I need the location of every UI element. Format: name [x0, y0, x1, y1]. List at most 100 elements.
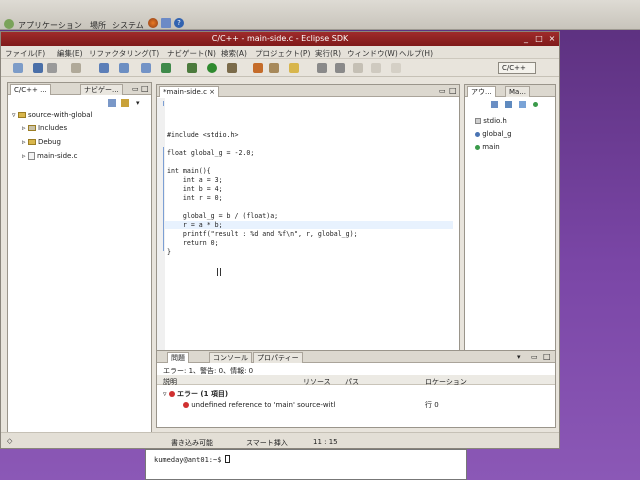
menu-help[interactable]: ヘルプ(H): [399, 48, 433, 59]
menu-search[interactable]: 検索(A): [221, 48, 247, 59]
sort-icon[interactable]: [491, 101, 498, 108]
menubar: ファイル(F) 編集(E) リファクタリング(T) ナビゲート(N) 検索(A)…: [1, 46, 559, 59]
last-edit-icon[interactable]: [391, 63, 401, 73]
maximize-icon[interactable]: □: [534, 34, 544, 44]
hide-static-icon[interactable]: [519, 101, 526, 108]
menu-run[interactable]: 実行(R): [315, 48, 341, 59]
foot-icon[interactable]: [4, 19, 14, 29]
problem-description: undefined reference to 'main': [191, 401, 295, 409]
terminal-window[interactable]: kumeday@ant01:~$: [145, 449, 467, 480]
link-editor-icon[interactable]: [121, 99, 129, 107]
new-folder-icon[interactable]: [119, 63, 129, 73]
annotation-next-icon[interactable]: [317, 63, 327, 73]
mail-icon[interactable]: [161, 18, 171, 28]
col-location[interactable]: ロケーション: [425, 377, 467, 387]
tree-project[interactable]: ▿ source-with-global: [12, 111, 92, 119]
error-icon: [168, 391, 175, 397]
tab-make-targets[interactable]: Ma...: [505, 86, 531, 97]
include-icon: [475, 118, 481, 124]
new-project-icon[interactable]: [99, 63, 109, 73]
code-line-7[interactable]: int b = 4;: [167, 185, 223, 193]
help-icon[interactable]: ?: [174, 18, 184, 28]
new-class-icon[interactable]: [161, 63, 171, 73]
perspective-switcher[interactable]: C/C++: [498, 62, 536, 74]
code-line-10[interactable]: global_g = b / (float)a;: [167, 212, 278, 220]
maximize-editor-icon[interactable]: □: [449, 86, 457, 95]
maximize-pane-icon[interactable]: □: [141, 84, 149, 93]
annotation-prev-icon[interactable]: [335, 63, 345, 73]
col-resource[interactable]: リソース: [303, 377, 331, 387]
view-menu-icon[interactable]: ▾: [136, 99, 140, 107]
menu-refactor[interactable]: リファクタリング(T): [89, 48, 159, 59]
code-line-14[interactable]: }: [167, 248, 171, 256]
new-icon[interactable]: [13, 63, 23, 73]
tab-console[interactable]: コンソール: [209, 352, 252, 363]
print-icon[interactable]: [47, 63, 57, 73]
run-icon[interactable]: [207, 63, 217, 73]
code-line-12[interactable]: printf("result : %d and %f\n", r, global…: [167, 230, 358, 238]
tree-main-side[interactable]: ▹ main-side.c: [22, 152, 77, 160]
col-description[interactable]: 説明: [163, 377, 177, 387]
menu-edit[interactable]: 編集(E): [57, 48, 83, 59]
menu-project[interactable]: プロジェクト(P): [255, 48, 310, 59]
code-line-3[interactable]: float global_g = -2.0;: [167, 149, 254, 157]
outline-item-main[interactable]: main: [475, 143, 500, 151]
panel-menu-places[interactable]: 場所: [90, 20, 106, 31]
tab-outline[interactable]: アウ...: [467, 86, 496, 97]
menu-navigate[interactable]: ナビゲート(N): [167, 48, 216, 59]
minimize-icon[interactable]: _: [521, 34, 531, 44]
menu-window[interactable]: ウィンドウ(W): [347, 48, 398, 59]
top-panel: アプリケーション 場所 システム ?: [0, 0, 640, 30]
status-fast-view-icon[interactable]: ◇: [7, 437, 12, 445]
code-line-5[interactable]: int main(){: [167, 167, 211, 175]
forward-icon[interactable]: [371, 63, 381, 73]
minimize-pane-icon[interactable]: ▭: [132, 85, 139, 93]
tree-collapsed-icon: ▹: [22, 124, 26, 132]
col-path[interactable]: パス: [345, 377, 359, 387]
window-titlebar[interactable]: C/C++ - main-side.c - Eclipse SDK: [1, 32, 559, 46]
panel-menu-applications[interactable]: アプリケーション: [18, 20, 82, 31]
minimize-problems-icon[interactable]: ▭: [531, 353, 538, 361]
code-line-1[interactable]: #include <stdio.h>: [167, 131, 238, 139]
browser-icon[interactable]: [148, 18, 158, 28]
problem-row[interactable]: undefined reference to 'main' source-wit…: [183, 401, 335, 409]
outline-pane: アウ... Ma... stdio.h global_g main: [464, 84, 556, 360]
outline-item-global[interactable]: global_g: [475, 130, 512, 138]
tab-main-side[interactable]: *main-side.c ×: [159, 86, 220, 97]
outline-item-include[interactable]: stdio.h: [475, 117, 507, 125]
minimize-editor-icon[interactable]: ▭: [439, 87, 446, 95]
open-type-icon[interactable]: [253, 63, 263, 73]
tab-cpp-projects[interactable]: C/C++ ...: [10, 84, 51, 95]
problems-group[interactable]: ▿ エラー (1 項目): [163, 389, 228, 399]
code-line-8[interactable]: int r = 0;: [167, 194, 223, 202]
view-menu-icon[interactable]: ▾: [517, 353, 521, 361]
panel-menu-system[interactable]: システム: [112, 20, 144, 31]
terminal-prompt: kumeday@ant01:~$: [154, 456, 222, 464]
menu-file[interactable]: ファイル(F): [5, 48, 45, 59]
code-line-13[interactable]: return 0;: [167, 239, 219, 247]
maximize-problems-icon[interactable]: □: [543, 352, 551, 361]
code-line-11[interactable]: r = a * b;: [167, 221, 223, 229]
open-folder-icon[interactable]: [289, 63, 299, 73]
tab-close-icon[interactable]: ×: [209, 88, 215, 96]
tree-debug[interactable]: ▹ Debug: [22, 138, 61, 146]
error-icon: [183, 402, 189, 408]
hide-fields-icon[interactable]: [505, 101, 512, 108]
back-icon[interactable]: [353, 63, 363, 73]
debug-icon[interactable]: [187, 63, 197, 73]
tree-includes[interactable]: ▹ Includes: [22, 124, 67, 132]
hide-nonpublic-icon[interactable]: [533, 102, 538, 107]
external-tools-icon[interactable]: [227, 63, 237, 73]
tab-problems[interactable]: 問題: [167, 352, 189, 363]
status-insert-mode: スマート挿入: [246, 439, 288, 447]
save-icon[interactable]: [33, 63, 43, 73]
collapse-all-icon[interactable]: [108, 99, 116, 107]
code-line-6[interactable]: int a = 3;: [167, 176, 223, 184]
build-icon[interactable]: [71, 63, 81, 73]
tab-properties[interactable]: プロパティー: [253, 352, 303, 363]
tree-collapsed-icon: ▹: [22, 138, 26, 146]
new-file-icon[interactable]: [141, 63, 151, 73]
search-icon[interactable]: [269, 63, 279, 73]
close-icon[interactable]: ×: [547, 34, 557, 44]
tab-navigator[interactable]: ナビゲー...: [80, 84, 123, 95]
